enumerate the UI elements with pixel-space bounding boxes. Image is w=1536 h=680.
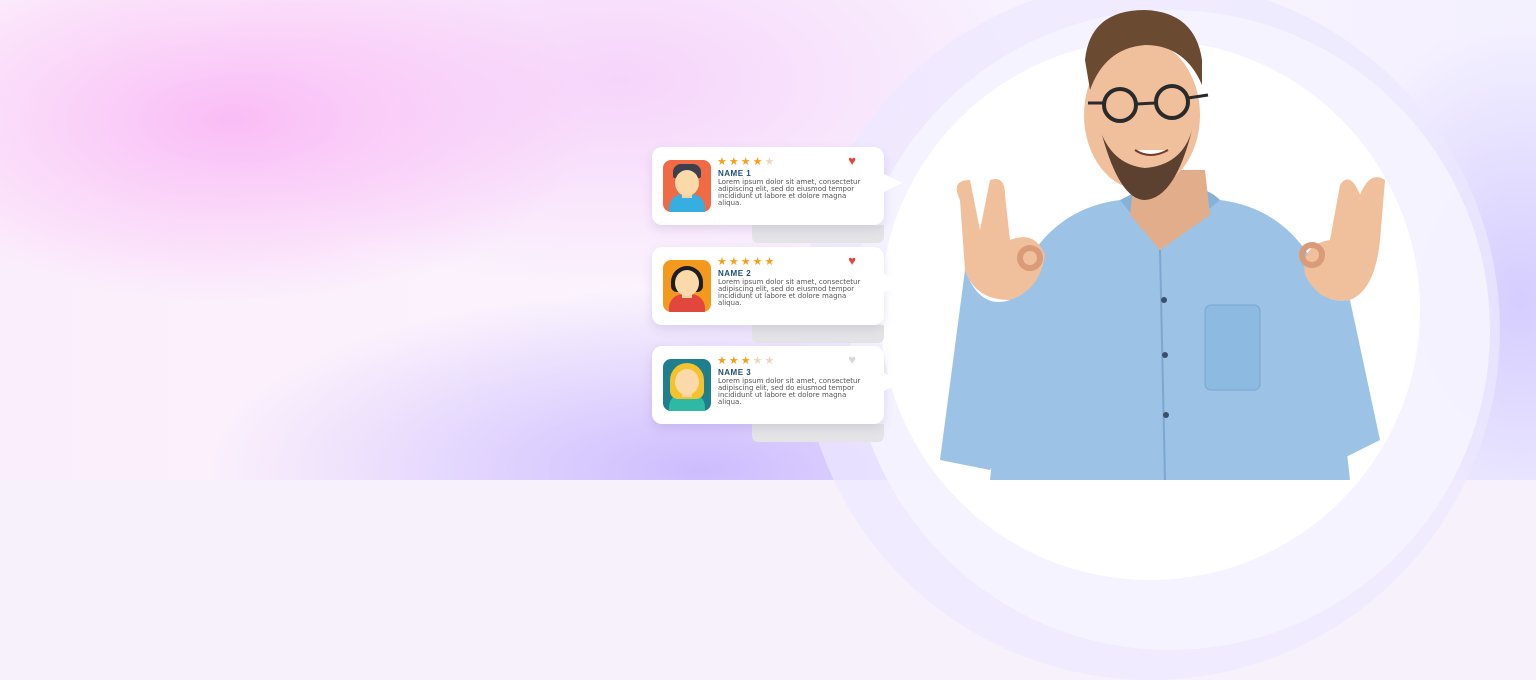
- review-card-body: ★★★★★ ♥ NAME 3 Lorem ipsum dolor sit amet, …: [652, 346, 902, 424]
- avatar: [663, 359, 711, 411]
- rating-stars: ★★★★★: [717, 255, 776, 268]
- avatar-face: [675, 369, 699, 395]
- review-card-body: ★★★★★ ♥ NAME 2 Lorem ipsum dolor sit amet, …: [652, 247, 902, 325]
- speech-bubble-tail: [882, 173, 902, 193]
- speech-bubble-tail: [882, 372, 902, 392]
- star-icon: ★: [752, 256, 765, 268]
- avatar-face: [675, 170, 699, 196]
- star-icon: ★: [752, 355, 765, 367]
- star-icon: ★: [728, 256, 741, 268]
- star-icon: ★: [740, 355, 753, 367]
- rating-stars: ★★★★★: [717, 155, 776, 168]
- review-text: Lorem ipsum dolor sit amet, consectetur …: [718, 377, 861, 406]
- star-icon: ★: [740, 156, 753, 168]
- review-card-body: ★★★★★ ♥ NAME 1 Lorem ipsum dolor sit amet, …: [652, 147, 902, 225]
- star-icon: ★: [717, 355, 729, 367]
- reviewer-name: NAME 2: [718, 269, 752, 278]
- avatar-face: [675, 270, 699, 296]
- card-stack-shadow: [752, 325, 884, 343]
- star-icon: ★: [764, 256, 777, 268]
- review-text: Lorem ipsum dolor sit amet, consectetur …: [718, 278, 861, 307]
- heart-icon[interactable]: ♥: [848, 352, 856, 367]
- avatar: [663, 260, 711, 312]
- star-icon: ★: [728, 355, 741, 367]
- star-icon: ★: [764, 156, 777, 168]
- card-stack-shadow: [752, 424, 884, 442]
- star-icon: ★: [764, 355, 777, 367]
- man-ok-gesture-photo: [940, 10, 1385, 480]
- reviewer-name: NAME 3: [718, 368, 752, 377]
- star-icon: ★: [717, 256, 729, 268]
- star-icon: ★: [752, 156, 765, 168]
- review-text: Lorem ipsum dolor sit amet, consectetur …: [718, 178, 861, 207]
- star-icon: ★: [717, 156, 729, 168]
- star-icon: ★: [728, 156, 741, 168]
- star-icon: ★: [740, 256, 753, 268]
- heart-icon[interactable]: ♥: [848, 153, 856, 168]
- rating-stars: ★★★★★: [717, 354, 776, 367]
- heart-icon[interactable]: ♥: [848, 253, 856, 268]
- reviewer-name: NAME 1: [718, 169, 752, 178]
- card-stack-shadow: [752, 225, 884, 243]
- speech-bubble-tail: [882, 273, 902, 293]
- avatar: [663, 160, 711, 212]
